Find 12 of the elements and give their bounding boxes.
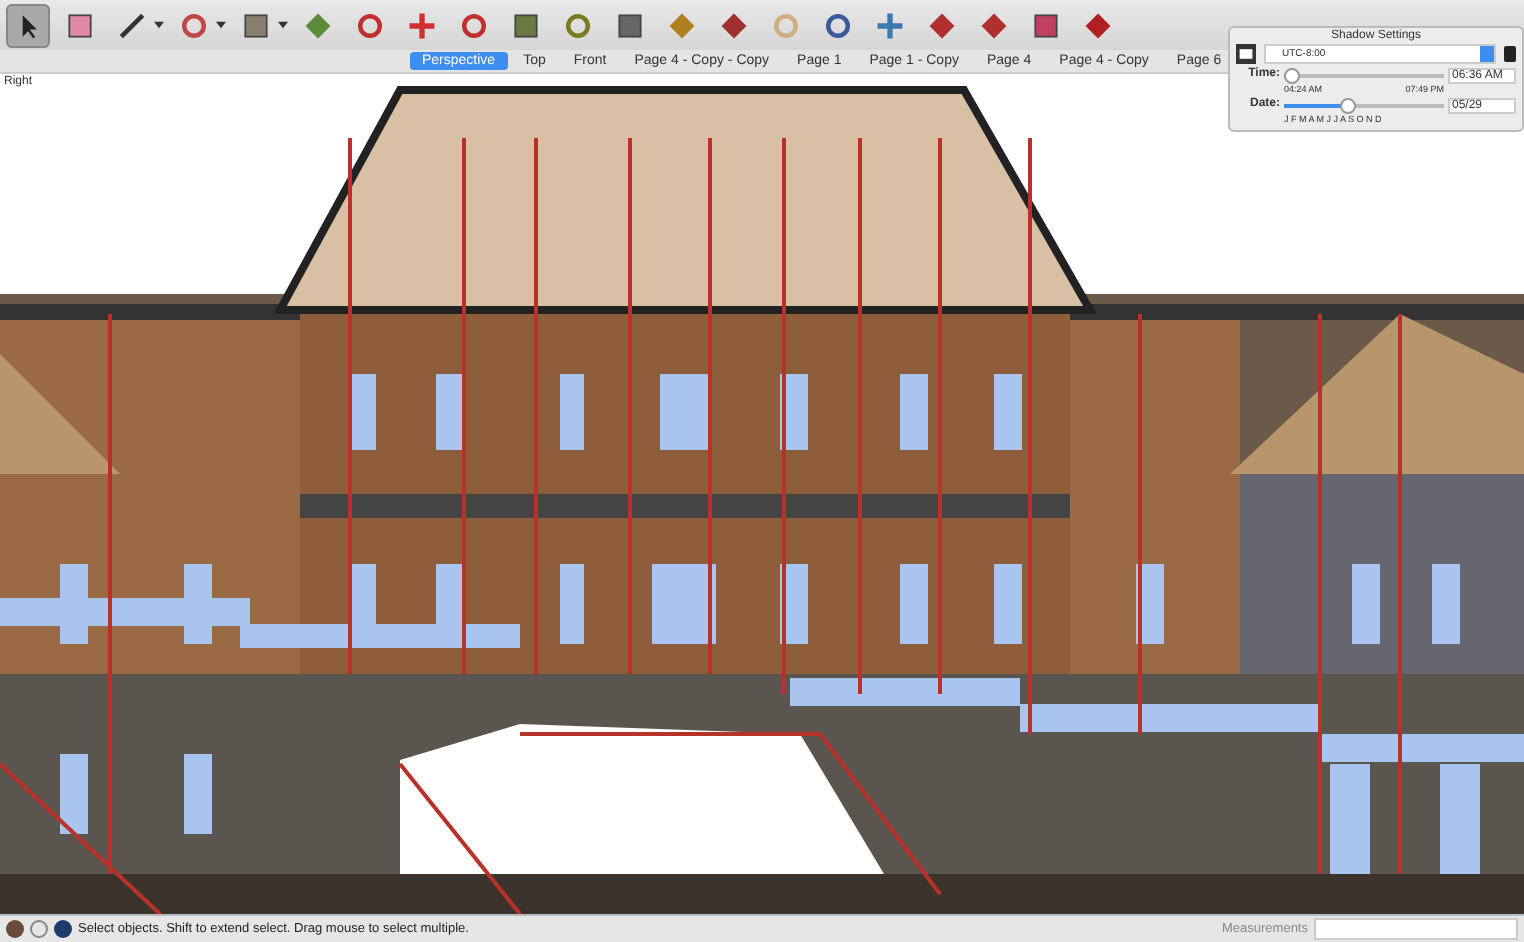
caret-icon[interactable]	[216, 20, 226, 31]
tool-button[interactable]	[6, 3, 50, 48]
slider-thumb[interactable]	[1340, 97, 1356, 114]
slider-track[interactable]	[1284, 103, 1444, 108]
slider-track[interactable]	[1284, 73, 1444, 78]
slider-thumb[interactable]	[1284, 67, 1300, 84]
caret-icon[interactable]	[154, 20, 164, 31]
caret-icon[interactable]	[278, 20, 288, 31]
rectangle-icon	[240, 9, 272, 42]
pencil-icon	[116, 9, 148, 42]
shadow-toggle-button[interactable]	[1236, 43, 1256, 64]
measurements-field[interactable]	[1314, 917, 1518, 940]
